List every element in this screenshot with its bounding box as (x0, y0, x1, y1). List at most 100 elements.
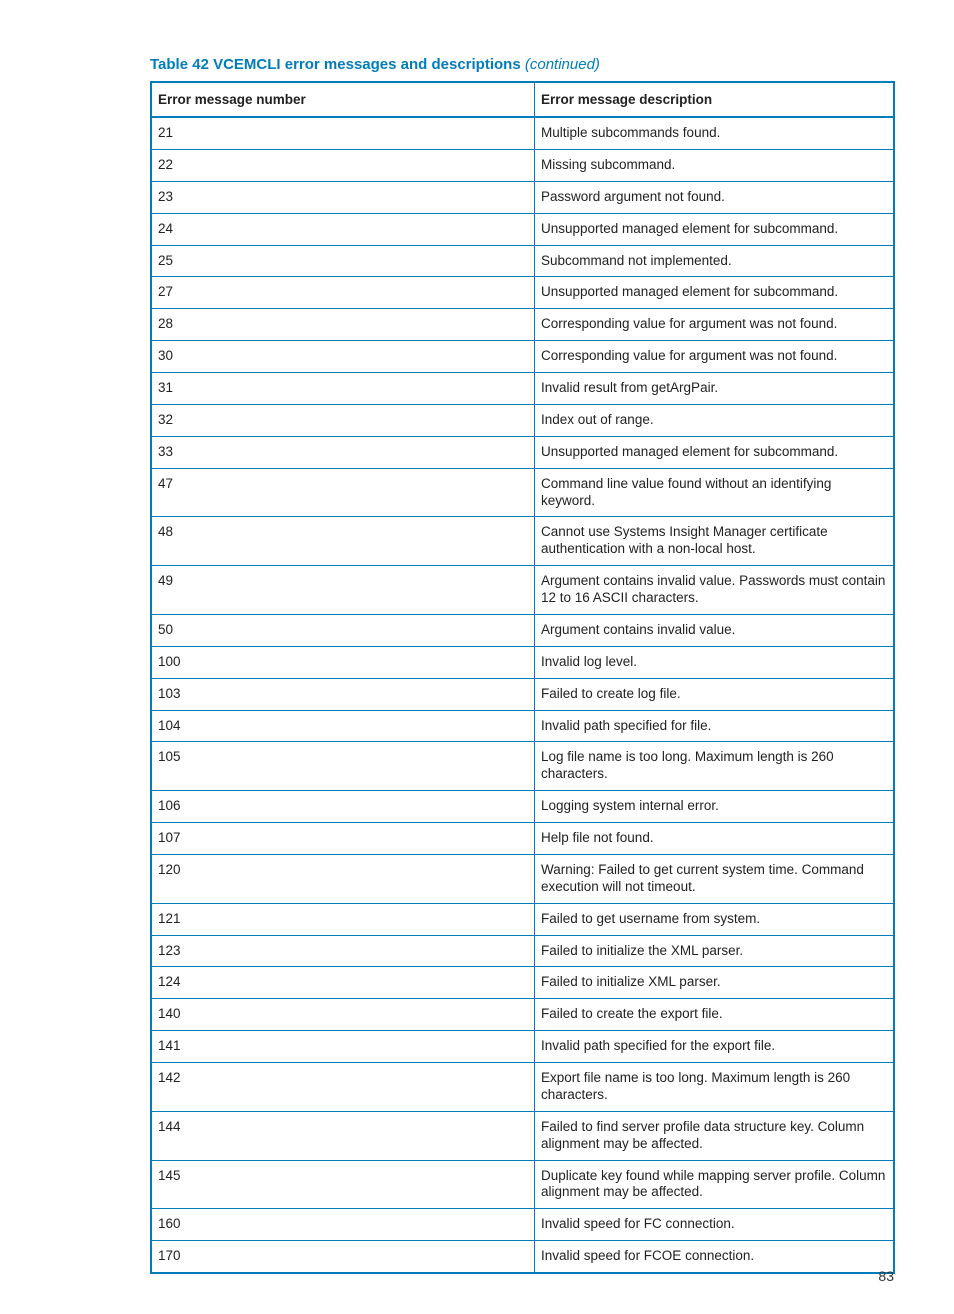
cell-error-description: Failed to initialize the XML parser. (535, 935, 895, 967)
table-row: 142Export file name is too long. Maximum… (151, 1063, 894, 1112)
cell-error-description: Invalid log level. (535, 646, 895, 678)
cell-error-description: Missing subcommand. (535, 149, 895, 181)
cell-error-number: 140 (151, 999, 535, 1031)
table-title-continued: (continued) (525, 56, 600, 73)
cell-error-number: 141 (151, 1031, 535, 1063)
cell-error-description: Invalid path specified for file. (535, 710, 895, 742)
cell-error-number: 124 (151, 967, 535, 999)
cell-error-description: Failed to get username from system. (535, 903, 895, 935)
table-row: 145Duplicate key found while mapping ser… (151, 1160, 894, 1209)
cell-error-description: Command line value found without an iden… (535, 468, 895, 517)
cell-error-number: 100 (151, 646, 535, 678)
cell-error-description: Failed to initialize XML parser. (535, 967, 895, 999)
cell-error-number: 121 (151, 903, 535, 935)
cell-error-description: Unsupported managed element for subcomma… (535, 277, 895, 309)
page-number: 83 (878, 1268, 894, 1284)
cell-error-number: 120 (151, 854, 535, 903)
cell-error-number: 22 (151, 149, 535, 181)
cell-error-number: 107 (151, 823, 535, 855)
table-row: 30Corresponding value for argument was n… (151, 341, 894, 373)
cell-error-description: Failed to create the export file. (535, 999, 895, 1031)
cell-error-description: Duplicate key found while mapping server… (535, 1160, 895, 1209)
cell-error-number: 23 (151, 181, 535, 213)
cell-error-description: Failed to create log file. (535, 678, 895, 710)
cell-error-description: Invalid speed for FCOE connection. (535, 1241, 895, 1273)
table-header-row: Error message number Error message descr… (151, 82, 894, 117)
table-row: 140Failed to create the export file. (151, 999, 894, 1031)
cell-error-number: 145 (151, 1160, 535, 1209)
cell-error-number: 31 (151, 373, 535, 405)
table-row: 50Argument contains invalid value. (151, 614, 894, 646)
table-title: Table 42 VCEMCLI error messages and desc… (150, 56, 894, 73)
cell-error-description: Help file not found. (535, 823, 895, 855)
table-row: 104Invalid path specified for file. (151, 710, 894, 742)
table-row: 25Subcommand not implemented. (151, 245, 894, 277)
table-row: 107Help file not found. (151, 823, 894, 855)
cell-error-number: 144 (151, 1111, 535, 1160)
cell-error-number: 24 (151, 213, 535, 245)
table-row: 105Log file name is too long. Maximum le… (151, 742, 894, 791)
table-row: 170Invalid speed for FCOE connection. (151, 1241, 894, 1273)
cell-error-description: Export file name is too long. Maximum le… (535, 1063, 895, 1112)
table-row: 120Warning: Failed to get current system… (151, 854, 894, 903)
cell-error-description: Invalid result from getArgPair. (535, 373, 895, 405)
cell-error-number: 33 (151, 436, 535, 468)
table-row: 103Failed to create log file. (151, 678, 894, 710)
cell-error-number: 105 (151, 742, 535, 791)
cell-error-description: Unsupported managed element for subcomma… (535, 213, 895, 245)
cell-error-description: Failed to find server profile data struc… (535, 1111, 895, 1160)
cell-error-description: Unsupported managed element for subcomma… (535, 436, 895, 468)
cell-error-number: 170 (151, 1241, 535, 1273)
cell-error-description: Password argument not found. (535, 181, 895, 213)
cell-error-number: 32 (151, 404, 535, 436)
cell-error-number: 25 (151, 245, 535, 277)
col-header-number: Error message number (151, 82, 535, 117)
table-title-label: Table 42 VCEMCLI error messages and desc… (150, 56, 521, 73)
cell-error-description: Warning: Failed to get current system ti… (535, 854, 895, 903)
table-row: 49Argument contains invalid value. Passw… (151, 566, 894, 615)
cell-error-number: 48 (151, 517, 535, 566)
document-page: Table 42 VCEMCLI error messages and desc… (0, 0, 954, 1314)
cell-error-description: Invalid speed for FC connection. (535, 1209, 895, 1241)
cell-error-description: Index out of range. (535, 404, 895, 436)
cell-error-description: Log file name is too long. Maximum lengt… (535, 742, 895, 791)
error-messages-table: Error message number Error message descr… (150, 81, 895, 1274)
col-header-description: Error message description (535, 82, 895, 117)
cell-error-number: 104 (151, 710, 535, 742)
cell-error-description: Corresponding value for argument was not… (535, 309, 895, 341)
cell-error-description: Subcommand not implemented. (535, 245, 895, 277)
table-row: 32Index out of range. (151, 404, 894, 436)
table-row: 28Corresponding value for argument was n… (151, 309, 894, 341)
table-row: 31Invalid result from getArgPair. (151, 373, 894, 405)
cell-error-number: 30 (151, 341, 535, 373)
cell-error-number: 160 (151, 1209, 535, 1241)
table-row: 47Command line value found without an id… (151, 468, 894, 517)
table-row: 21Multiple subcommands found. (151, 117, 894, 149)
cell-error-number: 106 (151, 791, 535, 823)
cell-error-description: Cannot use Systems Insight Manager certi… (535, 517, 895, 566)
table-row: 123Failed to initialize the XML parser. (151, 935, 894, 967)
cell-error-description: Invalid path specified for the export fi… (535, 1031, 895, 1063)
cell-error-description: Argument contains invalid value. (535, 614, 895, 646)
cell-error-description: Corresponding value for argument was not… (535, 341, 895, 373)
table-row: 160Invalid speed for FC connection. (151, 1209, 894, 1241)
cell-error-number: 21 (151, 117, 535, 149)
cell-error-number: 27 (151, 277, 535, 309)
table-row: 33Unsupported managed element for subcom… (151, 436, 894, 468)
cell-error-number: 142 (151, 1063, 535, 1112)
cell-error-number: 28 (151, 309, 535, 341)
table-row: 100Invalid log level. (151, 646, 894, 678)
cell-error-number: 49 (151, 566, 535, 615)
cell-error-description: Multiple subcommands found. (535, 117, 895, 149)
cell-error-number: 50 (151, 614, 535, 646)
table-row: 121Failed to get username from system. (151, 903, 894, 935)
table-row: 22Missing subcommand. (151, 149, 894, 181)
cell-error-number: 123 (151, 935, 535, 967)
cell-error-number: 47 (151, 468, 535, 517)
table-row: 106Logging system internal error. (151, 791, 894, 823)
table-row: 141Invalid path specified for the export… (151, 1031, 894, 1063)
table-row: 124Failed to initialize XML parser. (151, 967, 894, 999)
table-row: 27Unsupported managed element for subcom… (151, 277, 894, 309)
table-row: 23Password argument not found. (151, 181, 894, 213)
table-row: 48Cannot use Systems Insight Manager cer… (151, 517, 894, 566)
